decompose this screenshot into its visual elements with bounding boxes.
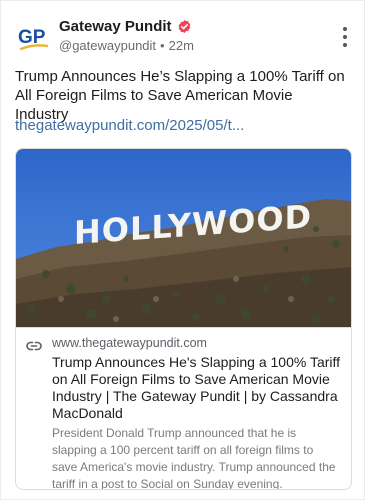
verified-badge-icon [177, 19, 192, 34]
post-header: GP Gateway Pundit @gatewaypundit • 22m [15, 15, 350, 59]
gateway-pundit-logo: GP [18, 27, 49, 51]
author-meta: @gatewaypundit • 22m [59, 38, 194, 53]
post-timestamp: 22m [168, 38, 194, 53]
author-name[interactable]: Gateway Pundit [59, 18, 172, 35]
card-meta: www.thegatewaypundit.com Trump Announces… [26, 335, 341, 490]
post-link[interactable]: thegatewaypundit.com/2025/05/t... [15, 117, 244, 134]
link-preview-card[interactable]: HOLLYWOOD www.thegatewaypundit.com Trump… [15, 148, 352, 490]
avatar[interactable]: GP [15, 19, 51, 55]
author-info: Gateway Pundit @gatewaypundit • 22m [59, 15, 194, 54]
meta-separator: • [160, 38, 165, 53]
author-handle[interactable]: @gatewaypundit [59, 38, 156, 53]
card-description: President Donald Trump announced that he… [52, 426, 336, 490]
link-icon [26, 338, 42, 351]
more-vertical-icon[interactable] [340, 27, 350, 47]
card-domain[interactable]: www.thegatewaypundit.com [52, 336, 207, 350]
card-title[interactable]: Trump Announces He's Slapping a 100% Tar… [52, 354, 341, 422]
author-name-row: Gateway Pundit [59, 15, 194, 37]
post-card: GP Gateway Pundit @gatewaypundit • 22m T… [0, 0, 365, 500]
post-text: Trump Announces He’s Slapping a 100% Tar… [15, 68, 345, 123]
card-domain-row: www.thegatewaypundit.com [26, 335, 341, 351]
card-image-hollywood-sign[interactable]: HOLLYWOOD [16, 149, 351, 328]
